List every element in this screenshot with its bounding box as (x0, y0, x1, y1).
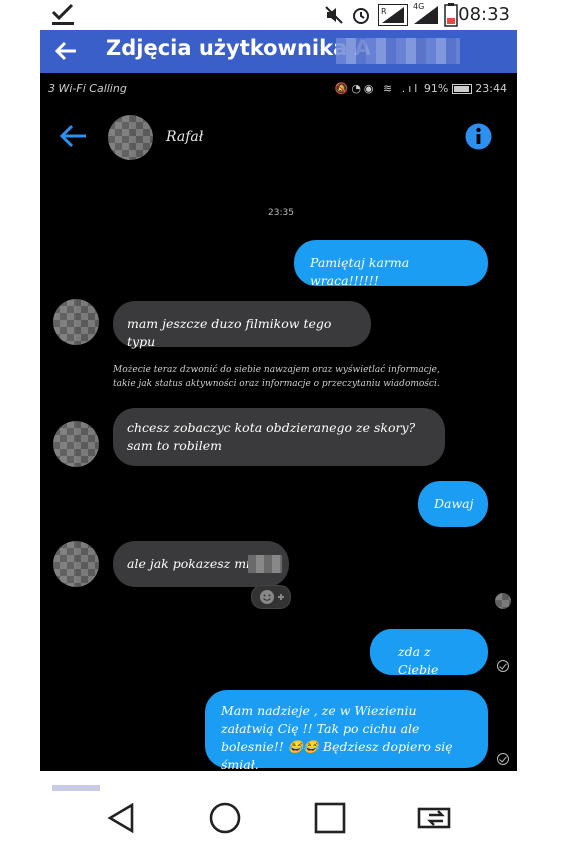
call-info-notice: Możecie teraz dzwonić do siebie nawzajem… (113, 365, 440, 389)
chat-screenshot: 3 Wi-Fi Calling 🔕◔◉ ≋ .ıl 91% 23:44 Rafa… (40, 73, 517, 791)
message-bubble-outgoing[interactable]: Dawaj (418, 481, 488, 527)
inner-status-right: 🔕◔◉ ≋ .ıl 91% 23:44 (335, 82, 507, 95)
rotate-screen-icon[interactable] (416, 803, 456, 833)
page-title: Zdjęcia użytkownika A (106, 36, 371, 60)
info-icon[interactable] (465, 123, 492, 150)
network-type: 4G (413, 2, 425, 11)
status-time: 08:33 (458, 4, 510, 25)
status-bar: R 4G 08:33 (0, 0, 568, 30)
back-triangle-icon[interactable] (106, 802, 136, 834)
app-bar: Zdjęcia użytkownika A (40, 30, 517, 73)
battery-icon (444, 3, 458, 27)
inner-status-bar: 3 Wi-Fi Calling 🔕◔◉ ≋ .ıl 91% 23:44 (40, 73, 517, 103)
message-bubble-outgoing[interactable]: Mam nadzieje , ze w Wiezieniu załatwią C… (205, 690, 488, 772)
delivered-check-icon (497, 753, 509, 765)
svg-text:R: R (381, 7, 387, 16)
message-text: zda z Ciebie (398, 644, 439, 677)
recents-square-icon[interactable] (314, 802, 346, 834)
avatar[interactable] (108, 115, 153, 160)
check-icon (51, 3, 74, 25)
carrier-label: 3 Wi-Fi Calling (48, 82, 127, 95)
sender-avatar (53, 421, 99, 467)
signal-r-icon: R (378, 4, 408, 26)
sender-avatar (53, 299, 99, 345)
mute-icon (325, 6, 343, 24)
navigation-bar (0, 791, 568, 850)
inner-battery: 91% (423, 82, 449, 95)
inner-status-icons: 🔕◔◉ ≋ .ıl (334, 82, 421, 95)
battery-icon (451, 84, 472, 94)
redacted-text (248, 555, 282, 573)
home-circle-icon[interactable] (208, 801, 242, 835)
composer-strip (40, 771, 517, 791)
delivered-check-icon (497, 660, 509, 672)
arrow-left-icon[interactable] (54, 40, 78, 62)
seen-avatar (495, 593, 511, 609)
add-reaction-button[interactable] (251, 585, 291, 609)
sender-avatar (53, 541, 99, 587)
message-bubble-incoming[interactable]: mam jeszcze duzo filmikow tego typu (113, 301, 371, 349)
message-timestamp: 23:35 (268, 208, 294, 218)
redacted-text (370, 629, 396, 675)
message-bubble-outgoing[interactable]: Pamiętaj karma wraca!!!!!! (294, 240, 488, 288)
redacted-name (336, 38, 460, 64)
message-bubble-incoming[interactable]: chcesz zobaczyc kota obdzieranego ze sko… (113, 408, 445, 466)
emoji-icon (260, 590, 284, 604)
inner-time: 23:44 (475, 82, 507, 95)
alarm-icon (353, 8, 369, 24)
contact-name[interactable]: Rafał (166, 129, 203, 145)
arrow-left-icon[interactable] (58, 123, 88, 149)
